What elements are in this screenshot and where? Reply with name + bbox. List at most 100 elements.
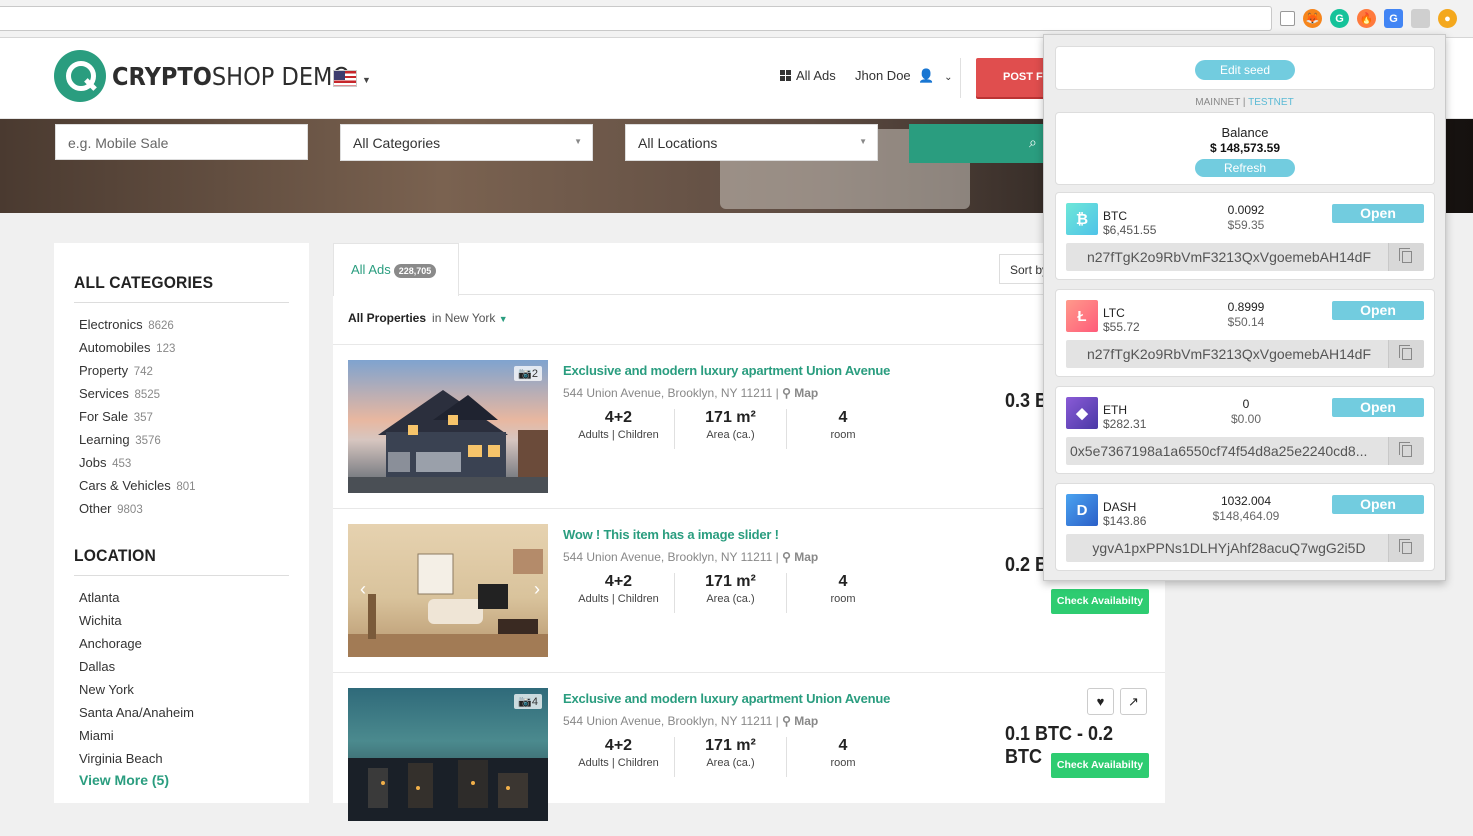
grid-icon xyxy=(780,70,791,81)
location-item[interactable]: Miami xyxy=(79,728,194,751)
category-item[interactable]: Other 9803 xyxy=(79,501,196,524)
mainnet-link[interactable]: MAINNET xyxy=(1195,97,1240,108)
map-link[interactable]: Map xyxy=(794,550,818,564)
share-button[interactable]: ↗ xyxy=(1120,688,1147,715)
litecoin-icon: Ł xyxy=(1066,300,1098,332)
camera-icon: 📷 xyxy=(518,696,532,708)
site-logo[interactable]: CRYPTOSHOP DEMO xyxy=(54,50,377,102)
balance-value: $ 148,573.59 xyxy=(1209,141,1281,155)
listing-photo[interactable]: 📷4 xyxy=(348,688,548,821)
refresh-button[interactable]: Refresh xyxy=(1195,159,1295,177)
location-item[interactable]: Atlanta xyxy=(79,590,194,613)
copy-button[interactable] xyxy=(1388,243,1424,271)
qr-code-extension-icon[interactable] xyxy=(1280,11,1295,26)
category-select[interactable]: All Categories ▼ xyxy=(340,124,593,161)
extension-icons: 🦊 G 🔥 G ● xyxy=(1280,9,1457,28)
coin-price: $282.31 xyxy=(1103,417,1147,431)
map-link[interactable]: Map xyxy=(794,386,818,400)
open-button[interactable]: Open xyxy=(1332,495,1424,514)
address-bar[interactable] xyxy=(0,6,1272,31)
listing-address: 544 Union Avenue, Brooklyn, NY 11211 | ⚲… xyxy=(563,714,819,728)
testnet-link[interactable]: TESTNET xyxy=(1248,97,1294,108)
address-field[interactable]: ygvA1pxPPNs1DLHYjAhf28acuQ7wgG2i5D xyxy=(1066,534,1424,562)
ethereum-icon: ◆ xyxy=(1066,397,1098,429)
listing-photo[interactable]: ‹ › xyxy=(348,524,548,657)
logo-text: CRYPTOSHOP DEMO xyxy=(112,61,351,91)
category-item[interactable]: Cars & Vehicles 801 xyxy=(79,478,196,501)
slider-next-icon[interactable]: › xyxy=(534,579,540,600)
category-item[interactable]: Automobiles 123 xyxy=(79,340,196,363)
location-select[interactable]: All Locations ▼ xyxy=(625,124,878,161)
metamask-extension-icon[interactable]: 🦊 xyxy=(1303,9,1322,28)
coin-price: $6,451.55 xyxy=(1103,223,1157,237)
category-list: Electronics 8626 Automobiles 123 Propert… xyxy=(79,317,196,524)
guests-value: 4+2 xyxy=(604,737,633,754)
category-item[interactable]: Services 8525 xyxy=(79,386,196,409)
category-item[interactable]: Electronics 8626 xyxy=(79,317,196,340)
copy-button[interactable] xyxy=(1388,340,1424,368)
search-input[interactable]: e.g. Mobile Sale xyxy=(55,124,308,160)
coin-price: $143.86 xyxy=(1103,514,1147,528)
address-field[interactable]: n27fTgK2o9RbVmF3213QxVgoemebAH14dF xyxy=(1066,340,1424,368)
location-item[interactable]: New York xyxy=(79,682,194,705)
coin-card-dash: D DASH $143.86 1032.004 $148,464.09 Open… xyxy=(1055,483,1435,571)
copy-button[interactable] xyxy=(1388,534,1424,562)
coin-amount: 1032.004 xyxy=(1220,494,1272,508)
coin-amount: 0.8999 xyxy=(1227,300,1265,314)
search-button[interactable]: ⌕ xyxy=(909,124,1049,163)
coin-symbol: ETH xyxy=(1103,403,1127,417)
edit-seed-button[interactable]: Edit seed xyxy=(1195,60,1295,80)
tab-bar: All Ads 228,705 Sort by xyxy=(333,243,1165,296)
location-item[interactable]: Dallas xyxy=(79,659,194,682)
listing-title[interactable]: Exclusive and modern luxury apartment Un… xyxy=(563,691,890,706)
listing-title[interactable]: Exclusive and modern luxury apartment Un… xyxy=(563,363,890,378)
map-pin-icon: ⚲ xyxy=(782,386,791,400)
listing-photo[interactable]: 📷2 xyxy=(348,360,548,493)
network-separator: | xyxy=(1242,97,1246,108)
category-item[interactable]: Jobs 453 xyxy=(79,455,196,478)
all-ads-link[interactable]: All Ads xyxy=(780,68,836,83)
rooms-label: room xyxy=(830,429,856,441)
listing-title[interactable]: Wow ! This item has a image slider ! xyxy=(563,527,779,542)
copy-button[interactable] xyxy=(1388,437,1424,465)
user-menu[interactable]: Jhon Doe 👤 ⌄ xyxy=(855,68,952,84)
share-icon: ↗ xyxy=(1128,693,1139,709)
location-item[interactable]: Santa Ana/Anaheim xyxy=(79,705,194,728)
category-item[interactable]: Property 742 xyxy=(79,363,196,386)
tab-all-ads[interactable]: All Ads 228,705 xyxy=(333,243,459,296)
open-button[interactable]: Open xyxy=(1332,398,1424,417)
grammarly-extension-icon[interactable]: G xyxy=(1330,9,1349,28)
count-badge: 228,705 xyxy=(393,264,437,278)
fire-extension-icon[interactable]: 🔥 xyxy=(1357,9,1376,28)
living-room-image xyxy=(348,549,548,657)
category-item[interactable]: Learning 3576 xyxy=(79,432,196,455)
seed-card: Edit seed xyxy=(1055,46,1435,90)
listing-item: 📷4 Exclusive and modern luxury apartment… xyxy=(333,672,1165,836)
coin-extension-icon[interactable]: ● xyxy=(1438,9,1457,28)
address-field[interactable]: 0x5e7367198a1a6550cf74f54d8a25e2240cd8..… xyxy=(1066,437,1424,465)
photo-count: 2 xyxy=(531,368,538,380)
check-availability-button[interactable]: Check Availabilty xyxy=(1051,589,1149,614)
category-item[interactable]: For Sale 357 xyxy=(79,409,196,432)
copy-icon xyxy=(1398,248,1412,263)
map-link[interactable]: Map xyxy=(794,714,818,728)
open-button[interactable]: Open xyxy=(1332,204,1424,223)
category-select-value: All Categories xyxy=(353,135,441,151)
wallet-extension-icon[interactable] xyxy=(1411,9,1430,28)
address-field[interactable]: n27fTgK2o9RbVmF3213QxVgoemebAH14dF xyxy=(1066,243,1424,271)
network-switch: MAINNET | TESTNET xyxy=(1044,97,1445,108)
check-availability-button[interactable]: Check Availabilty xyxy=(1051,753,1149,778)
property-filter[interactable]: All Properties in New York ▼ xyxy=(348,311,508,325)
location-item[interactable]: Virginia Beach xyxy=(79,751,194,774)
favorite-button[interactable]: ♥ xyxy=(1087,688,1114,715)
slider-prev-icon[interactable]: ‹ xyxy=(360,579,366,600)
us-flag-icon[interactable] xyxy=(333,70,357,87)
location-item[interactable]: Wichita xyxy=(79,613,194,636)
translate-extension-icon[interactable]: G xyxy=(1384,9,1403,28)
caret-down-icon[interactable]: ▼ xyxy=(362,75,371,85)
guests-label: Adults | Children xyxy=(578,593,659,605)
open-button[interactable]: Open xyxy=(1332,301,1424,320)
location-item[interactable]: Anchorage xyxy=(79,636,194,659)
camera-icon: 📷 xyxy=(518,368,532,380)
coin-card-btc: ₿ BTC $6,451.55 0.0092 $59.35 Open n27fT… xyxy=(1055,192,1435,280)
